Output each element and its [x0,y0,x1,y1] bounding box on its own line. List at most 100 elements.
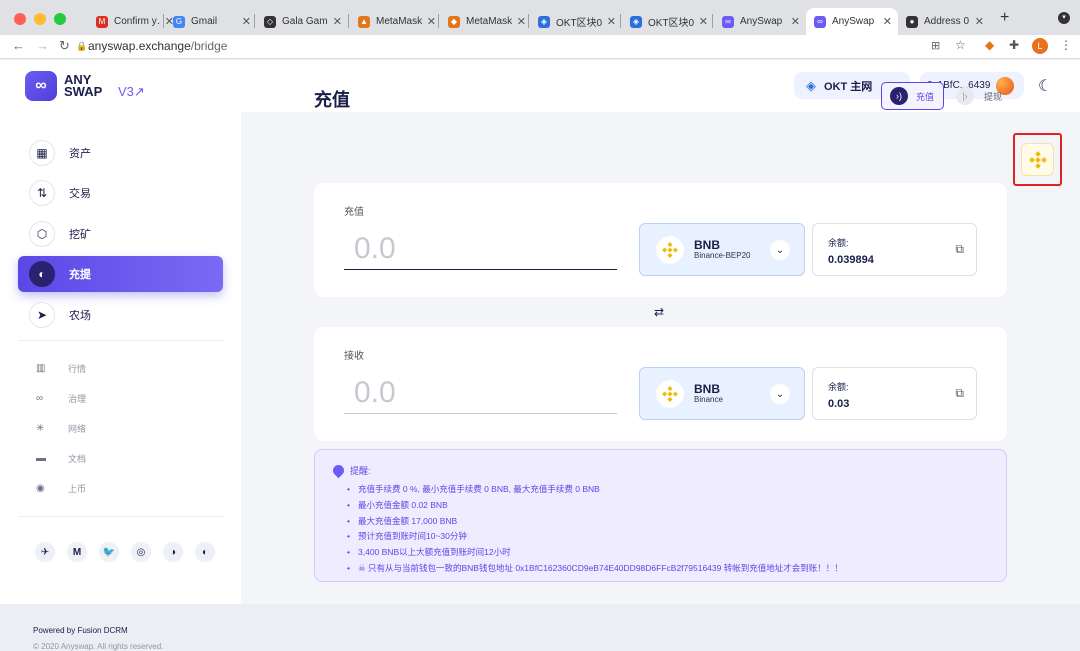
chart-icon: ▥ [36,363,46,374]
menu-dots-icon[interactable]: ⋮ [1060,38,1072,52]
sidebar-link-network[interactable]: ✳ 网络 [36,422,86,435]
back-icon[interactable]: ← [12,38,25,53]
tab-favicon-icon: ● [906,15,918,28]
sidebar-link-docs[interactable]: ▬ 文档 [36,452,86,465]
bookmark-star-icon[interactable]: ☆ [955,38,966,52]
url-host: anyswap.exchange [88,39,191,53]
new-tab-button[interactable]: + [1000,9,1009,27]
browser-tab[interactable]: ◈ OKT区块0 ✕ [622,8,714,35]
tab-favicon-icon: ∞ [722,15,734,28]
coingecko-icon[interactable]: ◐ [195,542,215,562]
translate-icon[interactable]: ⊞ [931,39,940,52]
notice-line: 3,400 BNB以上大额充值到账时间12小时 [347,545,1006,561]
grid-icon: ▦ [29,140,55,166]
browser-tab[interactable]: G Gmail ✕ [165,8,257,35]
tab-title: MetaMask [376,16,422,27]
hexagon-icon: ⬡ [29,221,55,247]
profile-avatar[interactable]: L [1032,38,1048,54]
sidebar-link-market[interactable]: ▥ 行情 [36,362,86,375]
close-tab-icon[interactable]: ✕ [427,15,436,28]
close-tab-icon[interactable]: ✕ [975,15,984,28]
anyswap-logo-icon[interactable]: ∞ [25,71,57,101]
browser-tab[interactable]: ∞ AnySwap ✕ [806,8,898,35]
coinmarketcap-icon[interactable]: ◑ [163,542,183,562]
from-balance-value: 0.039894 [828,254,874,266]
close-tab-icon[interactable]: ✕ [607,15,616,28]
dark-mode-toggle-icon[interactable]: ☾ [1038,76,1052,96]
close-tab-icon[interactable]: ✕ [883,15,892,28]
metamask-extension-icon[interactable]: ◆ [985,38,994,52]
sidebar-item-trade[interactable]: ⇅ 交易 [18,175,223,211]
notice-box: 提醒: 充值手续费 0 %, 最小充值手续费 0 BNB, 最大充值手续费 0 … [314,449,1007,582]
maximize-window-button[interactable] [54,13,66,25]
sidebar-item-farm[interactable]: ➤ 农场 [18,297,223,333]
copy-icon[interactable]: ⧉ [955,386,964,401]
withdraw-tab-button[interactable]: |› 提现 [950,82,1008,110]
telegram-icon[interactable]: ✈ [35,542,55,562]
balance-label: 余额: [828,382,849,392]
logo-line2: SWAP [64,84,103,99]
extensions-icon[interactable]: ✚ [1009,38,1019,52]
version-link[interactable]: V3↗ [118,84,145,100]
window-controls [14,13,66,25]
deposit-tab-label: 充值 [916,91,935,102]
from-label: 充值 [344,207,364,218]
browser-tab[interactable]: ◈ OKT区块0 ✕ [530,8,622,35]
medium-icon[interactable]: M [67,542,87,562]
sidebar-item-mining[interactable]: ⬡ 挖矿 [18,216,223,252]
forward-icon[interactable]: → [36,38,49,53]
to-amount-input[interactable]: 0.0 [344,371,617,414]
browser-tab[interactable]: ◇ Gala Game ✕ [256,8,348,35]
sidebar-link-listing[interactable]: ◉ 上币 [36,482,86,495]
swap-icon: ⇅ [29,180,55,206]
to-token-selector[interactable]: BNB Binance ⌄ [639,367,805,420]
tab-title: Address 0 [924,16,970,27]
logo-text: ANY SWAP [64,73,103,99]
tab-separator [254,14,255,28]
close-tab-icon[interactable]: ✕ [242,15,251,28]
tab-favicon-icon: G [173,15,185,28]
sidebar: ▦ 资产 ⇅ 交易 ⬡ 挖矿 ◐ 充提 ➤ 农场 ▥ 行情 ∞ 治理 ✳ 网络 ▬ 文档 ◉ 上币 ✈ M 🐦 ◎ ◑ ◐ P… [0,112,241,651]
sidebar-item-bridge[interactable]: ◐ 充提 [18,256,223,292]
withdraw-tab-label: 提现 [984,91,1003,102]
to-balance-value: 0.03 [828,398,850,410]
close-tab-icon[interactable]: ✕ [333,15,342,28]
balance-label: 余额: [828,238,849,248]
tab-title: OKT区块0 [648,18,694,29]
notice-line: 最小充值金额 0.02 BNB [347,498,1006,514]
sidebar-item-assets[interactable]: ▦ 资产 [18,135,223,171]
sidebar-link-governance[interactable]: ∞ 治理 [36,392,86,405]
tab-title: Gmail [191,16,218,27]
reload-icon[interactable]: ↻ [59,38,70,54]
tab-separator [348,14,349,28]
tab-favicon-icon: ▲ [358,15,370,28]
close-window-button[interactable] [14,13,26,25]
browser-tab[interactable]: ◆ MetaMask ✕ [440,8,532,35]
minimize-window-button[interactable] [34,13,46,25]
browser-tab[interactable]: ∞ AnySwap ✕ [714,8,806,35]
close-tab-icon[interactable]: ✕ [517,15,526,28]
deposit-from-card: 充值 0.0 BNB Binance-BEP20 ⌄ 余额: 0.039894 ⧉ [314,183,1007,297]
from-token-selector[interactable]: BNB Binance-BEP20 ⌄ [639,223,805,276]
to-token-name: BNB [694,381,720,396]
tab-search-icon[interactable]: ▾ [1058,12,1070,24]
copy-icon[interactable]: ⧉ [955,242,964,257]
sidebar-item-label: 农场 [69,310,91,322]
close-tab-icon[interactable]: ✕ [791,15,800,28]
close-tab-icon[interactable]: ✕ [699,15,708,28]
from-amount-input[interactable]: 0.0 [344,227,617,270]
sidebar-item-label: 挖矿 [69,229,91,241]
browser-tab[interactable]: ● Address 0 ✕ [898,8,990,35]
browser-tab[interactable]: ▲ MetaMask ✕ [350,8,442,35]
url-path: /bridge [190,39,228,53]
bnb-icon [656,379,684,408]
tab-separator [620,14,621,28]
browser-tab-bar: M Confirm y… ✕ G Gmail ✕ ◇ Gala Game ✕ ▲ MetaMask ✕… [0,0,1080,35]
bnb-token-highlight[interactable] [1013,133,1062,186]
twitter-icon[interactable]: 🐦 [99,542,119,562]
sidebar-divider [18,516,223,517]
github-icon[interactable]: ◎ [131,542,151,562]
swap-direction-icon[interactable]: ⇄ [654,305,664,319]
deposit-tab-button[interactable]: ›) 充值 [881,82,944,110]
url-field[interactable]: anyswap.exchange/bridge [88,39,227,53]
